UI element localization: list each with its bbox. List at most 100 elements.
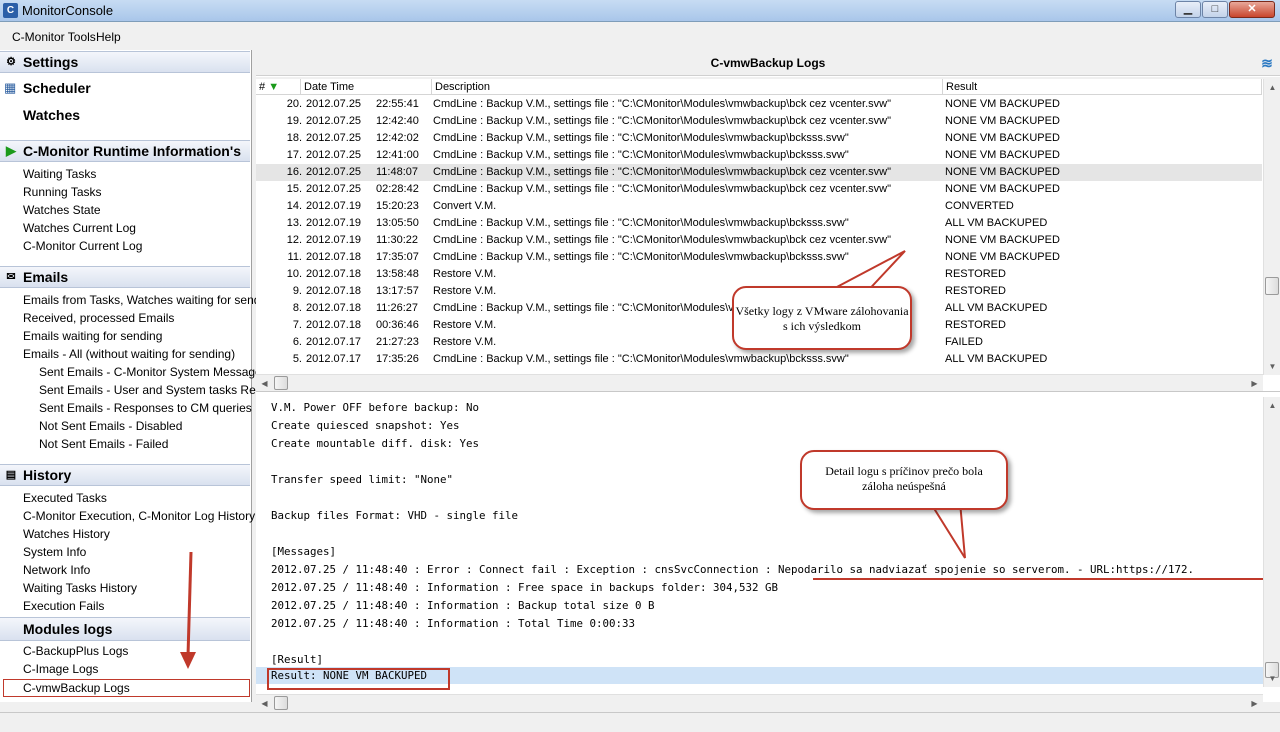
history-header[interactable]: ▤ History (0, 464, 250, 486)
menu-help[interactable]: Help (96, 30, 121, 44)
cell-time: 17:35:07 (376, 251, 419, 263)
col-header-result[interactable]: Result (943, 79, 1262, 95)
cell-datetime: 2012.07.18 00:36:46 (306, 317, 431, 334)
cell-date: 2012.07.18 (306, 319, 362, 331)
detail-line: 2012.07.25 / 11:48:40 : Error : Connect … (271, 563, 1195, 576)
cell-num: 15. (286, 183, 302, 195)
detail-hscroll[interactable]: ◀ ▶ (256, 694, 1263, 711)
minimize-button[interactable]: ▁ (1175, 1, 1201, 18)
detail-line: [Messages] (271, 545, 337, 558)
sidebar-item-watches[interactable]: Watches (23, 107, 80, 123)
scroll-left-arrow[interactable]: ◀ (256, 695, 273, 712)
detail-vscroll[interactable]: ▲ ▼ (1263, 397, 1280, 687)
cell-time: 17:35:26 (376, 353, 419, 365)
sidebar-item-cmonitor-current-log[interactable]: C-Monitor Current Log (23, 239, 142, 253)
cell-date: 2012.07.25 (306, 149, 362, 161)
sort-icon: ▼ (268, 81, 280, 93)
sidebar-item-network-info[interactable]: Network Info (23, 563, 90, 577)
grid-vscroll[interactable]: ▲ ▼ (1263, 79, 1280, 375)
sidebar-item-waiting-tasks-history[interactable]: Waiting Tasks History (23, 581, 137, 595)
cell-num: 9. (292, 285, 302, 297)
sidebar-item-watches-current-log[interactable]: Watches Current Log (23, 221, 136, 235)
sidebar-item-sent-user[interactable]: Sent Emails - User and System tasks Resu… (39, 383, 280, 397)
cell-datetime: 2012.07.18 17:35:07 (306, 249, 431, 266)
scroll-up-arrow[interactable]: ▲ (1264, 397, 1280, 414)
gear-icon: ⚙ (6, 56, 16, 68)
sidebar-item-running-tasks[interactable]: Running Tasks (23, 185, 102, 199)
sidebar-item-execution-history[interactable]: C-Monitor Execution, C-Monitor Log Histo… (23, 509, 255, 523)
status-bar (0, 712, 1280, 732)
table-row[interactable]: 13. 2012.07.19 13:05:50 CmdLine : Backup V.… (256, 215, 1262, 232)
sidebar-item-emails-all[interactable]: Emails - All (without waiting for sendin… (23, 347, 235, 361)
cell-date: 2012.07.18 (306, 285, 362, 297)
cell-date: 2012.07.18 (306, 302, 362, 314)
emails-header[interactable]: ✉ Emails (0, 266, 250, 288)
detail-line: 2012.07.25 / 11:48:40 : Information : Fr… (271, 581, 779, 594)
cell-time: 22:55:41 (376, 98, 419, 110)
sidebar-item-scheduler[interactable]: Scheduler (23, 80, 91, 96)
table-row[interactable]: 17. 2012.07.25 12:41:00 CmdLine : Backup V.… (256, 147, 1262, 164)
col-header-description[interactable]: Description (432, 79, 943, 95)
cell-num: 19. (286, 115, 302, 127)
col-header-num[interactable]: # ▼ (256, 79, 301, 95)
table-row[interactable]: 18. 2012.07.25 12:42:02 CmdLine : Backup V.… (256, 130, 1262, 147)
callout-detail-text: Detail logu s príčinov prečo bola záloha… (825, 464, 983, 493)
maximize-button[interactable]: □ (1202, 1, 1228, 18)
scroll-up-arrow[interactable]: ▲ (1264, 79, 1280, 96)
cell-date: 2012.07.19 (306, 234, 362, 246)
cell-time: 21:27:23 (376, 336, 419, 348)
sidebar-item-not-sent-disabled[interactable]: Not Sent Emails - Disabled (39, 419, 182, 433)
sidebar-item-emails-waiting-sending[interactable]: Emails waiting for sending (23, 329, 162, 343)
cell-time: 11:30:22 (376, 234, 419, 246)
cell-time: 15:20:23 (376, 200, 419, 212)
table-row[interactable]: 14. 2012.07.19 15:20:23 Convert V.M. CONVERT… (256, 198, 1262, 215)
table-row[interactable]: 15. 2012.07.25 02:28:42 CmdLine : Backup V.… (256, 181, 1262, 198)
cell-num: 11. (287, 251, 302, 263)
table-row[interactable]: 16. 2012.07.25 11:48:07 CmdLine : Backup V.… (256, 164, 1262, 181)
sidebar-item-system-info[interactable]: System Info (23, 545, 86, 559)
sidebar-item-sent-responses[interactable]: Sent Emails - Responses to CM queries (39, 401, 252, 415)
cell-description: CmdLine : Backup V.M., settings file : "… (433, 217, 849, 229)
sidebar-item-cimage-logs[interactable]: C-Image Logs (23, 662, 98, 676)
menu-bar: C-Monitor Tools Help (0, 23, 1280, 49)
detail-line: 2012.07.25 / 11:48:40 : Information : Ba… (271, 599, 655, 612)
hscroll-thumb[interactable] (274, 376, 288, 390)
cell-date: 2012.07.25 (306, 115, 362, 127)
hscroll-thumb[interactable] (274, 696, 288, 710)
sidebar-item-executed-tasks[interactable]: Executed Tasks (23, 491, 107, 505)
sidebar-item-waiting-tasks[interactable]: Waiting Tasks (23, 167, 96, 181)
sidebar-item-sent-system[interactable]: Sent Emails - C-Monitor System Messages (39, 365, 268, 379)
settings-header[interactable]: ⚙ Settings (0, 51, 250, 73)
cell-description: CmdLine : Backup V.M., settings file : "… (433, 98, 891, 110)
detail-line: Create mountable diff. disk: Yes (271, 437, 480, 450)
table-row[interactable]: 19. 2012.07.25 12:42:40 CmdLine : Backup V.… (256, 113, 1262, 130)
cell-datetime: 2012.07.25 12:41:00 (306, 147, 431, 164)
scroll-down-arrow[interactable]: ▼ (1264, 670, 1280, 687)
sidebar-item-received-emails[interactable]: Received, processed Emails (23, 311, 174, 325)
cell-time: 11:48:07 (376, 166, 419, 178)
scroll-thumb[interactable] (1265, 277, 1279, 295)
sidebar-item-cvmwbackup-logs[interactable]: C-vmwBackup Logs (3, 679, 250, 697)
cell-date: 2012.07.25 (306, 166, 362, 178)
sidebar-item-watches-history[interactable]: Watches History (23, 527, 110, 541)
sidebar-item-not-sent-failed[interactable]: Not Sent Emails - Failed (39, 437, 168, 451)
col-header-date[interactable]: Date Time (301, 79, 432, 95)
cell-datetime: 2012.07.17 21:27:23 (306, 334, 431, 351)
runtime-header[interactable]: ▶ C-Monitor Runtime Information's (0, 140, 250, 162)
sidebar-item-cbackupplus-logs[interactable]: C-BackupPlus Logs (23, 644, 128, 658)
sidebar-item-watches-state[interactable]: Watches State (23, 203, 101, 217)
close-button[interactable]: ✕ (1229, 1, 1275, 18)
cell-time: 12:42:40 (376, 115, 419, 127)
table-row[interactable]: 20. 2012.07.25 22:55:41 CmdLine : Backup V.… (256, 96, 1262, 113)
cell-time: 13:17:57 (376, 285, 419, 297)
cell-num: 17. (286, 149, 302, 161)
scroll-right-arrow[interactable]: ▶ (1246, 695, 1263, 712)
scroll-left-arrow[interactable]: ◀ (256, 375, 273, 391)
sidebar-item-emails-waiting[interactable]: Emails from Tasks, Watches waiting for s… (23, 293, 276, 307)
menu-cmonitor-tools[interactable]: C-Monitor Tools (12, 30, 96, 44)
modules-header[interactable]: Modules logs (0, 617, 250, 641)
cell-result: ALL VM BACKUPED (945, 217, 1048, 229)
scroll-right-arrow[interactable]: ▶ (1246, 375, 1263, 391)
sidebar-item-execution-fails[interactable]: Execution Fails (23, 599, 104, 613)
scroll-down-arrow[interactable]: ▼ (1264, 358, 1280, 375)
